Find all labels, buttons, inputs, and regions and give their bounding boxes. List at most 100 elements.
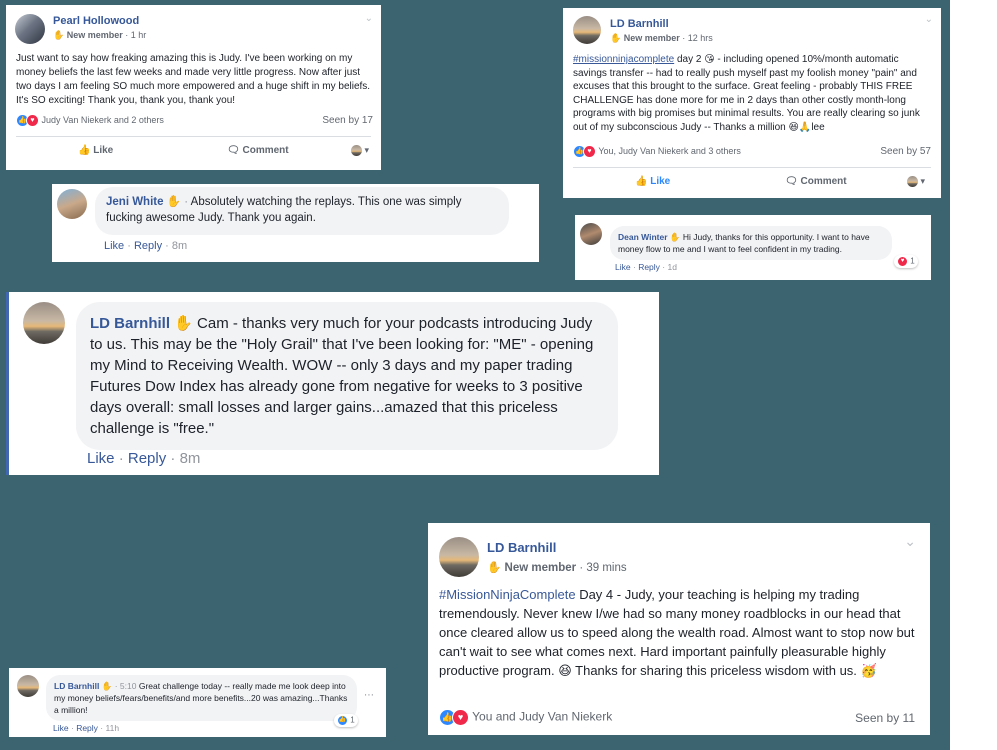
- member-badge: New member: [504, 562, 577, 574]
- separator: ·: [662, 262, 666, 272]
- avatar[interactable]: [439, 537, 479, 577]
- member-badge-icon: ✋: [487, 562, 502, 574]
- avatar[interactable]: [17, 675, 39, 697]
- avatar: [350, 145, 362, 157]
- reaction-summary[interactable]: 👍 ♥ Judy Van Niekerk and 2 others: [16, 114, 164, 127]
- reply-link[interactable]: Reply: [638, 262, 660, 272]
- separator: ·: [165, 240, 169, 252]
- chevron-down-icon[interactable]: ⌄: [904, 533, 916, 550]
- comment-actions: Like · Reply · 8m: [87, 450, 200, 467]
- comment-label: Comment: [800, 176, 847, 187]
- comment-timestamp: 5:10: [119, 681, 137, 691]
- love-reaction-icon: ♥: [452, 709, 469, 726]
- reaction-count[interactable]: 👍 1: [334, 714, 358, 727]
- separator: ·: [118, 450, 124, 467]
- member-badge: New member: [623, 33, 680, 43]
- comment-time[interactable]: 8m: [172, 240, 187, 252]
- post-meta: ✋ New member · 39 mins: [487, 560, 627, 574]
- reaction-summary[interactable]: 👍 ♥ You, Judy Van Niekerk and 3 others: [573, 145, 741, 158]
- like-reaction-icon: 👍: [337, 715, 348, 726]
- like-link[interactable]: Like: [104, 240, 124, 252]
- post-card-ld-top: LD Barnhill ✋ New member · 12 hrs ⌄ #mis…: [563, 8, 941, 198]
- like-label: Like: [93, 145, 114, 156]
- post-time[interactable]: · 1 hr: [125, 30, 146, 40]
- love-reaction-icon: ♥: [26, 114, 39, 127]
- like-label: Like: [650, 176, 671, 187]
- separator: ·: [632, 262, 636, 272]
- reaction-summary[interactable]: 👍 ♥ You and Judy Van Niekerk: [439, 709, 612, 726]
- seen-count[interactable]: Seen by 57: [880, 146, 931, 157]
- comment-icon: 🗨: [227, 145, 240, 156]
- comment-time[interactable]: 11h: [106, 723, 120, 733]
- audience-selector[interactable]: ▾: [350, 145, 369, 157]
- hashtag-link[interactable]: #MissionNinjaComplete: [439, 587, 576, 602]
- member-badge-icon: ✋: [174, 315, 193, 332]
- avatar[interactable]: [15, 14, 45, 44]
- reaction-names: Judy Van Niekerk and 2 others: [41, 114, 164, 125]
- like-link[interactable]: Like: [53, 723, 69, 733]
- avatar[interactable]: [573, 16, 601, 44]
- avatar[interactable]: [580, 223, 602, 245]
- more-options-icon[interactable]: ⋯: [364, 690, 374, 701]
- comment-author[interactable]: Jeni White: [106, 196, 164, 208]
- comment-actions: Like · Reply · 1d: [615, 262, 677, 272]
- member-badge-icon: ✋: [669, 232, 681, 242]
- post-body: day 2 😘 - including opened 10%/month aut…: [573, 54, 920, 133]
- avatar[interactable]: [57, 189, 87, 219]
- chevron-down-icon[interactable]: ⌄: [365, 13, 373, 24]
- comment-card-dean: Dean Winter ✋ Hi Judy, thanks for this o…: [575, 215, 931, 280]
- comment-actions: Like · Reply · 11h: [53, 723, 119, 733]
- member-badge-icon: ✋: [101, 681, 113, 691]
- comment-button[interactable]: 🗨 Comment: [785, 176, 847, 187]
- post-author[interactable]: LD Barnhill: [487, 540, 556, 555]
- comment-actions: Like · Reply · 8m: [104, 240, 187, 252]
- reply-link[interactable]: Reply: [128, 450, 166, 467]
- post-time[interactable]: · 39 mins: [579, 562, 626, 574]
- comment-author[interactable]: LD Barnhill: [54, 681, 99, 691]
- love-reaction-icon: ♥: [897, 256, 908, 267]
- separator: ·: [184, 196, 189, 208]
- avatar: [906, 176, 918, 188]
- chevron-down-icon: ▾: [364, 145, 369, 155]
- reaction-count-value: 1: [910, 256, 915, 266]
- post-meta: ✋ New member · 1 hr: [53, 30, 146, 41]
- post-author[interactable]: Pearl Hollowood: [53, 15, 139, 27]
- post-text: #MissionNinjaComplete Day 4 - Judy, your…: [439, 585, 919, 680]
- seen-count[interactable]: Seen by 17: [322, 115, 373, 126]
- comment-author[interactable]: Dean Winter: [618, 232, 668, 242]
- reply-link[interactable]: Reply: [134, 240, 162, 252]
- member-badge-icon: ✋: [166, 196, 182, 208]
- like-button[interactable]: 👍 Like: [78, 145, 113, 156]
- thumbs-up-icon: 👍: [635, 176, 648, 187]
- comment-button[interactable]: 🗨 Comment: [227, 145, 289, 156]
- audience-selector[interactable]: ▾: [906, 176, 925, 188]
- chevron-down-icon[interactable]: ⌄: [925, 14, 933, 25]
- like-link[interactable]: Like: [87, 450, 115, 467]
- post-author[interactable]: LD Barnhill: [610, 18, 669, 30]
- avatar[interactable]: [23, 302, 65, 344]
- comment-card-ld-small: LD Barnhill ✋ · 5:10 Great challenge tod…: [9, 668, 386, 737]
- member-badge: New member: [66, 30, 123, 40]
- comment-time[interactable]: 1d: [668, 262, 677, 272]
- love-reaction-icon: ♥: [583, 145, 596, 158]
- reaction-names: You and Judy Van Niekerk: [472, 709, 613, 724]
- comment-bubble: LD Barnhill ✋ Cam - thanks very much for…: [76, 302, 618, 450]
- comment-bubble: LD Barnhill ✋ · 5:10 Great challenge tod…: [46, 675, 357, 721]
- post-time[interactable]: · 12 hrs: [682, 33, 713, 43]
- divider: [573, 167, 931, 168]
- comment-author[interactable]: LD Barnhill: [90, 315, 170, 332]
- reaction-count[interactable]: ♥ 1: [894, 255, 918, 268]
- like-link[interactable]: Like: [615, 262, 631, 272]
- divider: [16, 136, 371, 137]
- hashtag-link[interactable]: #missionninjacomplete: [573, 54, 674, 65]
- comment-time[interactable]: 8m: [180, 450, 201, 467]
- like-button[interactable]: 👍 Like: [635, 176, 670, 187]
- comment-card-jeni: Jeni White ✋ · Absolutely watching the r…: [52, 184, 539, 262]
- reaction-names: You, Judy Van Niekerk and 3 others: [598, 145, 741, 156]
- member-badge-icon: ✋: [53, 30, 65, 40]
- reply-link[interactable]: Reply: [76, 723, 98, 733]
- separator: ·: [114, 681, 118, 691]
- separator: ·: [100, 723, 104, 733]
- post-card-pearl: Pearl Hollowood ✋ New member · 1 hr ⌄ Ju…: [6, 5, 381, 170]
- seen-count[interactable]: Seen by 11: [855, 711, 915, 725]
